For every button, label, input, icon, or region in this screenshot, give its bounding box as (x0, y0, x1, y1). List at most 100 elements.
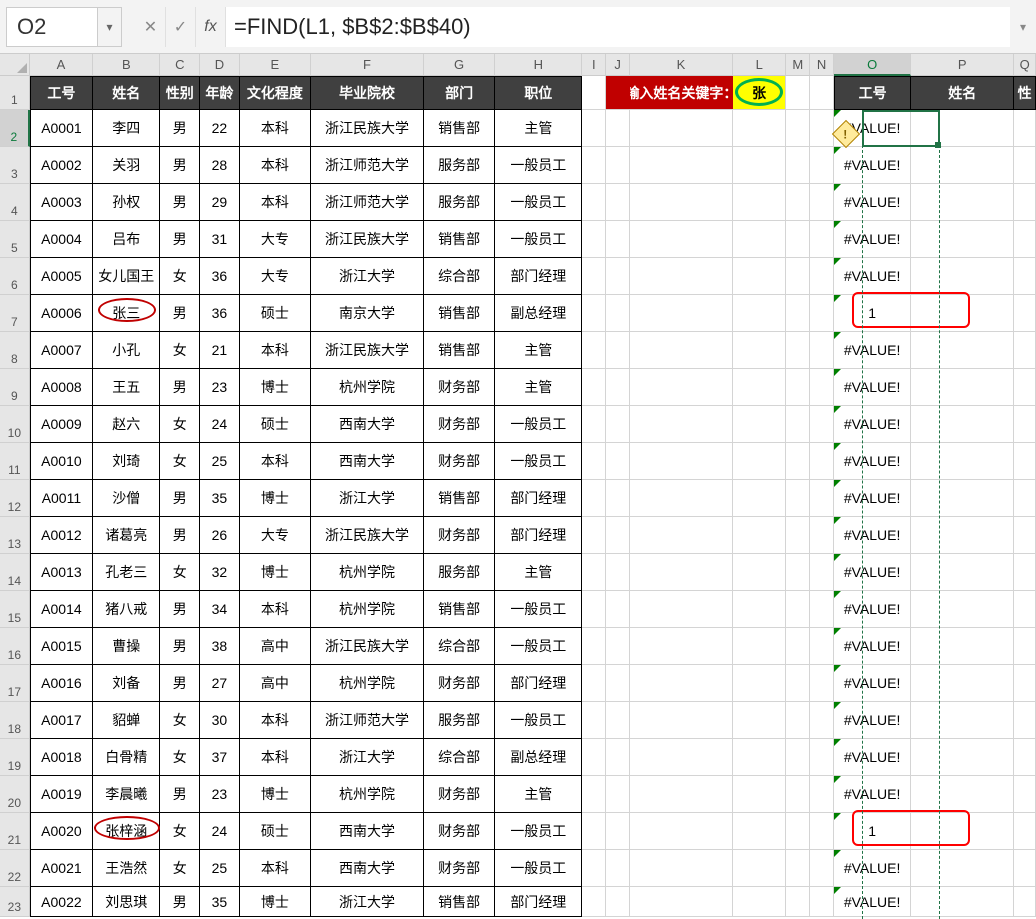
cell-name[interactable]: 李晨曦 (93, 776, 160, 813)
cell-o-result[interactable]: #VALUE! (834, 184, 911, 221)
cell-empty[interactable] (786, 665, 810, 702)
cell-empty[interactable] (1014, 147, 1036, 184)
cell-dept[interactable]: 销售部 (424, 332, 495, 369)
cell-age[interactable]: 28 (200, 147, 240, 184)
cell-empty[interactable] (911, 295, 1014, 332)
cell-empty[interactable] (606, 332, 630, 369)
cell-empty[interactable] (786, 295, 810, 332)
cell-dept[interactable]: 销售部 (424, 110, 495, 147)
cell-o-result[interactable]: #VALUE! (834, 258, 911, 295)
cell-empty[interactable] (630, 221, 733, 258)
cell-edu[interactable]: 本科 (240, 184, 311, 221)
cell-school[interactable]: 浙江民族大学 (311, 628, 424, 665)
cell-school[interactable]: 浙江民族大学 (311, 517, 424, 554)
cell-edu[interactable]: 本科 (240, 443, 311, 480)
cell-empty[interactable] (733, 480, 786, 517)
cell-empty[interactable] (582, 258, 606, 295)
fx-icon[interactable]: fx (196, 7, 226, 47)
col-header-P[interactable]: P (911, 54, 1014, 76)
cell-dept[interactable]: 财务部 (424, 443, 495, 480)
cell-pos[interactable]: 一般员工 (495, 406, 582, 443)
cell-empty[interactable] (630, 554, 733, 591)
cell-empty[interactable] (582, 480, 606, 517)
cell-name[interactable]: 孙权 (93, 184, 160, 221)
cell-empty[interactable] (911, 480, 1014, 517)
cell-empty[interactable] (810, 628, 834, 665)
cell-empty[interactable] (606, 591, 630, 628)
cell-id[interactable]: A0018 (30, 739, 93, 776)
cell-edu[interactable]: 本科 (240, 147, 311, 184)
cell-edu[interactable]: 博士 (240, 887, 311, 917)
cell-empty[interactable] (911, 332, 1014, 369)
cell-empty[interactable] (630, 517, 733, 554)
col-header-G[interactable]: G (424, 54, 495, 76)
cell-name[interactable]: 白骨精 (93, 739, 160, 776)
cell-empty[interactable] (810, 591, 834, 628)
search-keyword-cell[interactable]: 张 (733, 76, 786, 110)
cell-age[interactable]: 21 (200, 332, 240, 369)
cell-id[interactable]: A0002 (30, 147, 93, 184)
cell-edu[interactable]: 大专 (240, 221, 311, 258)
cell-school[interactable]: 浙江大学 (311, 739, 424, 776)
cell-empty[interactable] (606, 369, 630, 406)
cell-empty[interactable] (630, 887, 733, 917)
row-header-2[interactable]: 2 (0, 110, 30, 147)
cell-empty[interactable] (810, 147, 834, 184)
cell-empty[interactable] (582, 887, 606, 917)
cell-sex[interactable]: 女 (160, 258, 200, 295)
cell-school[interactable]: 杭州学院 (311, 665, 424, 702)
cell-empty[interactable] (911, 147, 1014, 184)
cell-empty[interactable] (733, 776, 786, 813)
cell-edu[interactable]: 本科 (240, 110, 311, 147)
cell-empty[interactable] (606, 517, 630, 554)
cell-id[interactable]: A0006 (30, 295, 93, 332)
cell-empty[interactable] (582, 628, 606, 665)
row-header-16[interactable]: 16 (0, 628, 30, 665)
cell-id[interactable]: A0012 (30, 517, 93, 554)
cell-empty[interactable] (733, 184, 786, 221)
cell-empty[interactable] (733, 554, 786, 591)
cell-empty[interactable] (582, 702, 606, 739)
cell-age[interactable]: 37 (200, 739, 240, 776)
cell-edu[interactable]: 博士 (240, 554, 311, 591)
cell-sex[interactable]: 男 (160, 480, 200, 517)
cell-empty[interactable] (606, 110, 630, 147)
cell-name[interactable]: 曹操 (93, 628, 160, 665)
cell-empty[interactable] (630, 591, 733, 628)
cell-edu[interactable]: 本科 (240, 591, 311, 628)
cell-empty[interactable] (606, 813, 630, 850)
cell-pos[interactable]: 一般员工 (495, 443, 582, 480)
cell-id[interactable]: A0001 (30, 110, 93, 147)
cell-empty[interactable] (630, 850, 733, 887)
row-header-5[interactable]: 5 (0, 221, 30, 258)
cell-empty[interactable] (786, 554, 810, 591)
cell-pos[interactable]: 主管 (495, 554, 582, 591)
cell-name[interactable]: 吕布 (93, 221, 160, 258)
cell-empty[interactable] (1014, 813, 1036, 850)
cell-o-result[interactable]: #VALUE! (834, 554, 911, 591)
formula-input[interactable]: =FIND(L1, $B$2:$B$40) (226, 7, 1010, 47)
cell-empty[interactable] (630, 369, 733, 406)
cell-empty[interactable] (606, 702, 630, 739)
cell-empty[interactable] (733, 591, 786, 628)
cell-dept[interactable]: 服务部 (424, 184, 495, 221)
cell-sex[interactable]: 男 (160, 887, 200, 917)
cell-empty[interactable] (630, 443, 733, 480)
cell-school[interactable]: 浙江大学 (311, 480, 424, 517)
cell-empty[interactable] (733, 147, 786, 184)
cell-age[interactable]: 30 (200, 702, 240, 739)
row-header-14[interactable]: 14 (0, 554, 30, 591)
cell-empty[interactable] (911, 517, 1014, 554)
cell-name[interactable]: 王浩然 (93, 850, 160, 887)
cell-school[interactable]: 浙江民族大学 (311, 332, 424, 369)
cell-school[interactable]: 杭州学院 (311, 591, 424, 628)
cell-empty[interactable] (1014, 517, 1036, 554)
cell-age[interactable]: 32 (200, 554, 240, 591)
cell-empty[interactable] (630, 184, 733, 221)
cell-empty[interactable] (582, 443, 606, 480)
cell-school[interactable]: 浙江师范大学 (311, 147, 424, 184)
cell-M1[interactable] (786, 76, 810, 110)
cell-o-result[interactable]: 1 (834, 813, 911, 850)
cell-school[interactable]: 南京大学 (311, 295, 424, 332)
cell-empty[interactable] (1014, 776, 1036, 813)
